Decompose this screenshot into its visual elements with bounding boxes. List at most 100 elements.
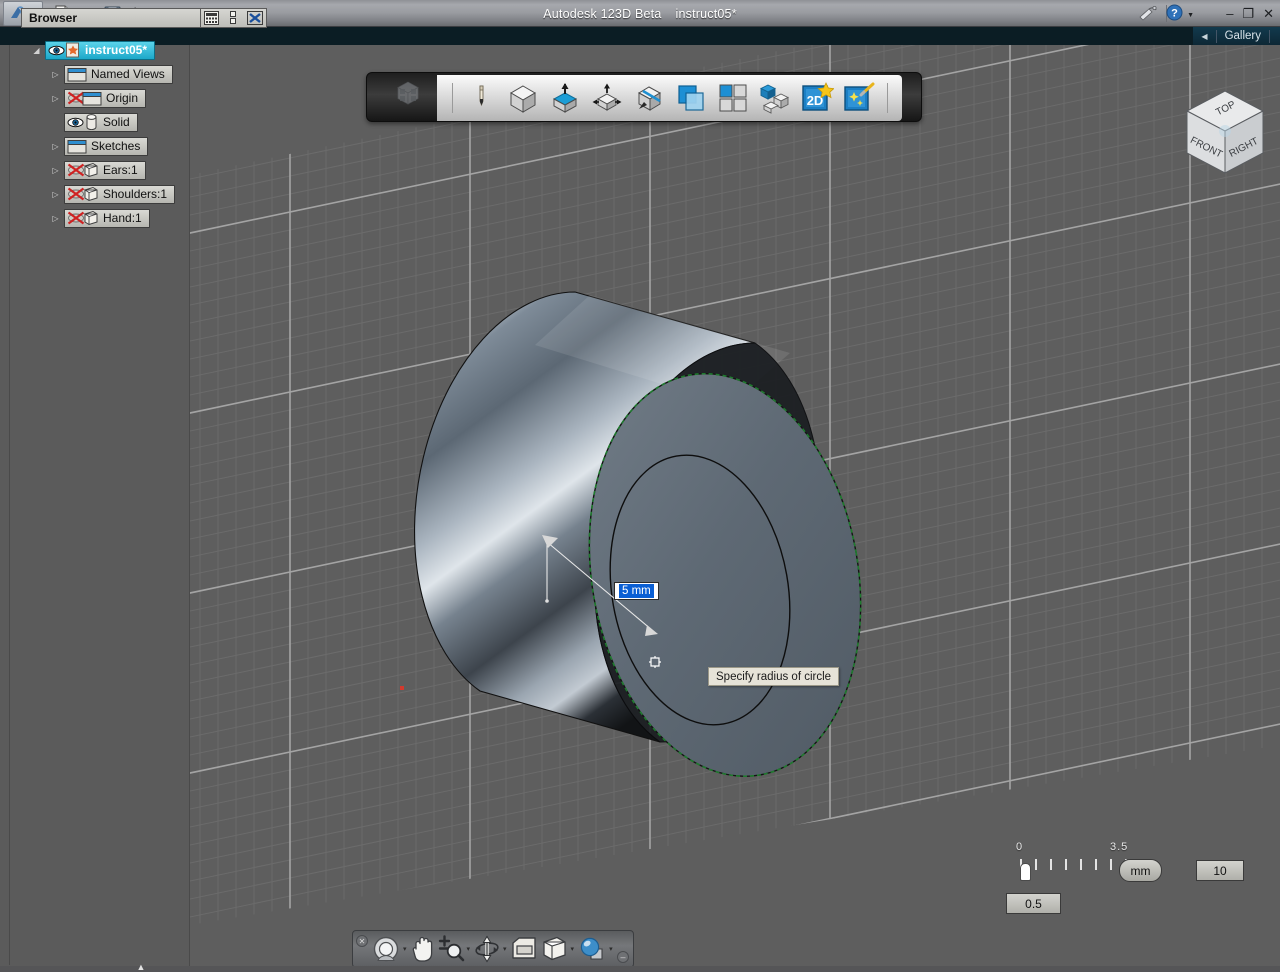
application-window: ▼: [0, 0, 1280, 972]
navbar-show-motion-button[interactable]: [577, 934, 607, 964]
gallery-tab[interactable]: ◀ Gallery: [1193, 27, 1280, 45]
navbar-pan-button[interactable]: [410, 934, 436, 964]
browser-options-button[interactable]: [224, 10, 242, 26]
3d-viewport[interactable]: 5 mm Specify radius of circle 2D TOP FRO…: [190, 45, 1280, 972]
tree-node-instruct05[interactable]: instruct05*: [45, 40, 156, 60]
expand-collapse-icon[interactable]: ▷: [49, 140, 62, 153]
svg-text:?: ?: [1171, 8, 1178, 20]
cube-icon: [82, 162, 99, 178]
tree-label-ears: Ears:1: [103, 163, 138, 177]
navbar-view-cube-button[interactable]: [539, 934, 569, 964]
tree-node-hand[interactable]: Hand:1: [64, 208, 150, 228]
help-dropdown-icon[interactable]: ▼: [1187, 12, 1194, 19]
tree-node-ears[interactable]: Ears:1: [64, 160, 146, 180]
browser-close-button[interactable]: [246, 10, 264, 26]
document-name-label: instruct05*: [675, 6, 737, 21]
tree-node-shoulders[interactable]: Shoulders:1: [64, 184, 176, 204]
restore-button[interactable]: ❐: [1242, 7, 1254, 20]
scale-unit-button[interactable]: mm: [1119, 859, 1162, 882]
circle-radius-cursor-icon: [648, 653, 666, 676]
tree-row-hand[interactable]: ▷ Hand:1: [30, 206, 270, 230]
eye-icon[interactable]: [67, 116, 84, 129]
navbar-minimize-button[interactable]: –: [617, 951, 629, 963]
toolbar-buttons-strip: 2D: [437, 75, 902, 121]
minimize-button[interactable]: –: [1226, 7, 1233, 20]
toolbar-separator-1: [452, 83, 453, 113]
dimension-value: 5 mm: [619, 583, 654, 599]
toolbar-modify-button[interactable]: [588, 79, 626, 117]
eye-icon[interactable]: [48, 44, 65, 57]
cube-icon: [82, 186, 99, 202]
tree-row-ears[interactable]: ▷ Ears:1: [30, 158, 270, 182]
scale-max-value-box[interactable]: 10: [1196, 860, 1244, 881]
autodesk-360-button[interactable]: [1138, 4, 1158, 28]
document-pin-icon: [65, 42, 81, 58]
gallery-collapse-icon[interactable]: ◀: [1201, 32, 1207, 41]
expand-collapse-icon[interactable]: ▷: [49, 188, 62, 201]
scale-min-value-box[interactable]: 0.5: [1006, 893, 1061, 914]
cylinder-model[interactable]: [190, 45, 1280, 972]
toolbar-smartfx-button[interactable]: [840, 79, 878, 117]
expand-collapse-icon[interactable]: ◢: [30, 44, 43, 57]
app-name-label: Autodesk 123D Beta: [543, 6, 662, 21]
toolbar-pattern-button[interactable]: [630, 79, 668, 117]
toolbar-assemble-button[interactable]: [756, 79, 794, 117]
tree-label-hand: Hand:1: [103, 211, 142, 225]
expand-collapse-icon[interactable]: ▷: [49, 68, 62, 81]
expand-collapse-icon[interactable]: ▷: [49, 212, 62, 225]
chevron-down-icon[interactable]: ▾: [467, 945, 471, 953]
tree-node-solid[interactable]: Solid: [64, 112, 138, 132]
toolbar-separator-2: [887, 83, 888, 113]
browser-filter-button[interactable]: [203, 10, 221, 26]
browser-window-header: Browser: [21, 8, 267, 30]
toolbar-construct-button[interactable]: [546, 79, 584, 117]
tree-row-named-views[interactable]: ▷ Named Views: [30, 62, 270, 86]
chevron-down-icon[interactable]: ▾: [571, 945, 575, 953]
chevron-down-icon[interactable]: ▾: [503, 945, 507, 953]
help-button[interactable]: ?: [1166, 4, 1183, 26]
help-group: ? ▼: [1166, 4, 1194, 26]
chevron-down-icon[interactable]: ▾: [403, 945, 407, 953]
chevron-down-icon[interactable]: ▾: [609, 945, 613, 953]
tree-node-sketches[interactable]: Sketches: [64, 136, 149, 156]
browser-header-buttons: [201, 8, 267, 28]
tooltip-text: Specify radius of circle: [716, 670, 832, 683]
navbar-orbit-button[interactable]: [473, 934, 501, 964]
expand-collapse-icon[interactable]: ▷: [49, 164, 62, 177]
close-button[interactable]: ✕: [1263, 7, 1274, 20]
navbar-steering-wheel-button[interactable]: [371, 934, 401, 964]
command-tooltip: Specify radius of circle: [708, 667, 840, 686]
navbar-look-at-button[interactable]: [510, 934, 538, 964]
tree-row-shoulders[interactable]: ▷ Shoulders:1: [30, 182, 270, 206]
toolbar-sketch-button[interactable]: [462, 79, 500, 117]
tree-label-sketches: Sketches: [91, 139, 141, 153]
folder-icon: [67, 67, 87, 82]
expand-collapse-icon[interactable]: ▷: [49, 92, 62, 105]
scale-bar-labels: 0 3.5: [998, 841, 1198, 855]
window-controls: – ❐ ✕: [1226, 3, 1274, 24]
tree-node-named-views[interactable]: Named Views: [64, 64, 173, 84]
browser-title: Browser: [29, 11, 78, 25]
tree-row-sketches[interactable]: ▷ Sketches: [30, 134, 270, 158]
panel-edge-divider: [9, 45, 10, 965]
view-cube[interactable]: TOP FRONT RIGHT: [1178, 85, 1272, 181]
tree-row-instruct05[interactable]: ◢ instruct05*: [30, 38, 270, 62]
tree-node-origin[interactable]: Origin: [64, 88, 147, 108]
view-cube-home-icon: [1219, 125, 1231, 137]
toolbar-combine-button[interactable]: [672, 79, 710, 117]
panel-resize-grip[interactable]: ▲: [130, 963, 152, 972]
tree-row-origin[interactable]: ▷ Origin: [30, 86, 270, 110]
toolbar-group-button[interactable]: [714, 79, 752, 117]
toolbar-2d-button[interactable]: 2D: [798, 79, 836, 117]
tree-row-solid[interactable]: Solid: [30, 110, 270, 134]
navbar-zoom-button[interactable]: [437, 934, 465, 964]
scale-slider-handle[interactable]: [1020, 863, 1031, 881]
browser-title-bar[interactable]: Browser: [21, 8, 201, 28]
tree-label-origin: Origin: [106, 91, 139, 105]
toolbar-primitives-button[interactable]: [504, 79, 542, 117]
toolbar-cube-menu-button[interactable]: [371, 77, 445, 119]
dimension-input-field[interactable]: 5 mm: [614, 582, 659, 600]
navbar-close-button[interactable]: ✕: [356, 935, 368, 947]
tree-label-shoulders: Shoulders:1: [103, 187, 168, 201]
